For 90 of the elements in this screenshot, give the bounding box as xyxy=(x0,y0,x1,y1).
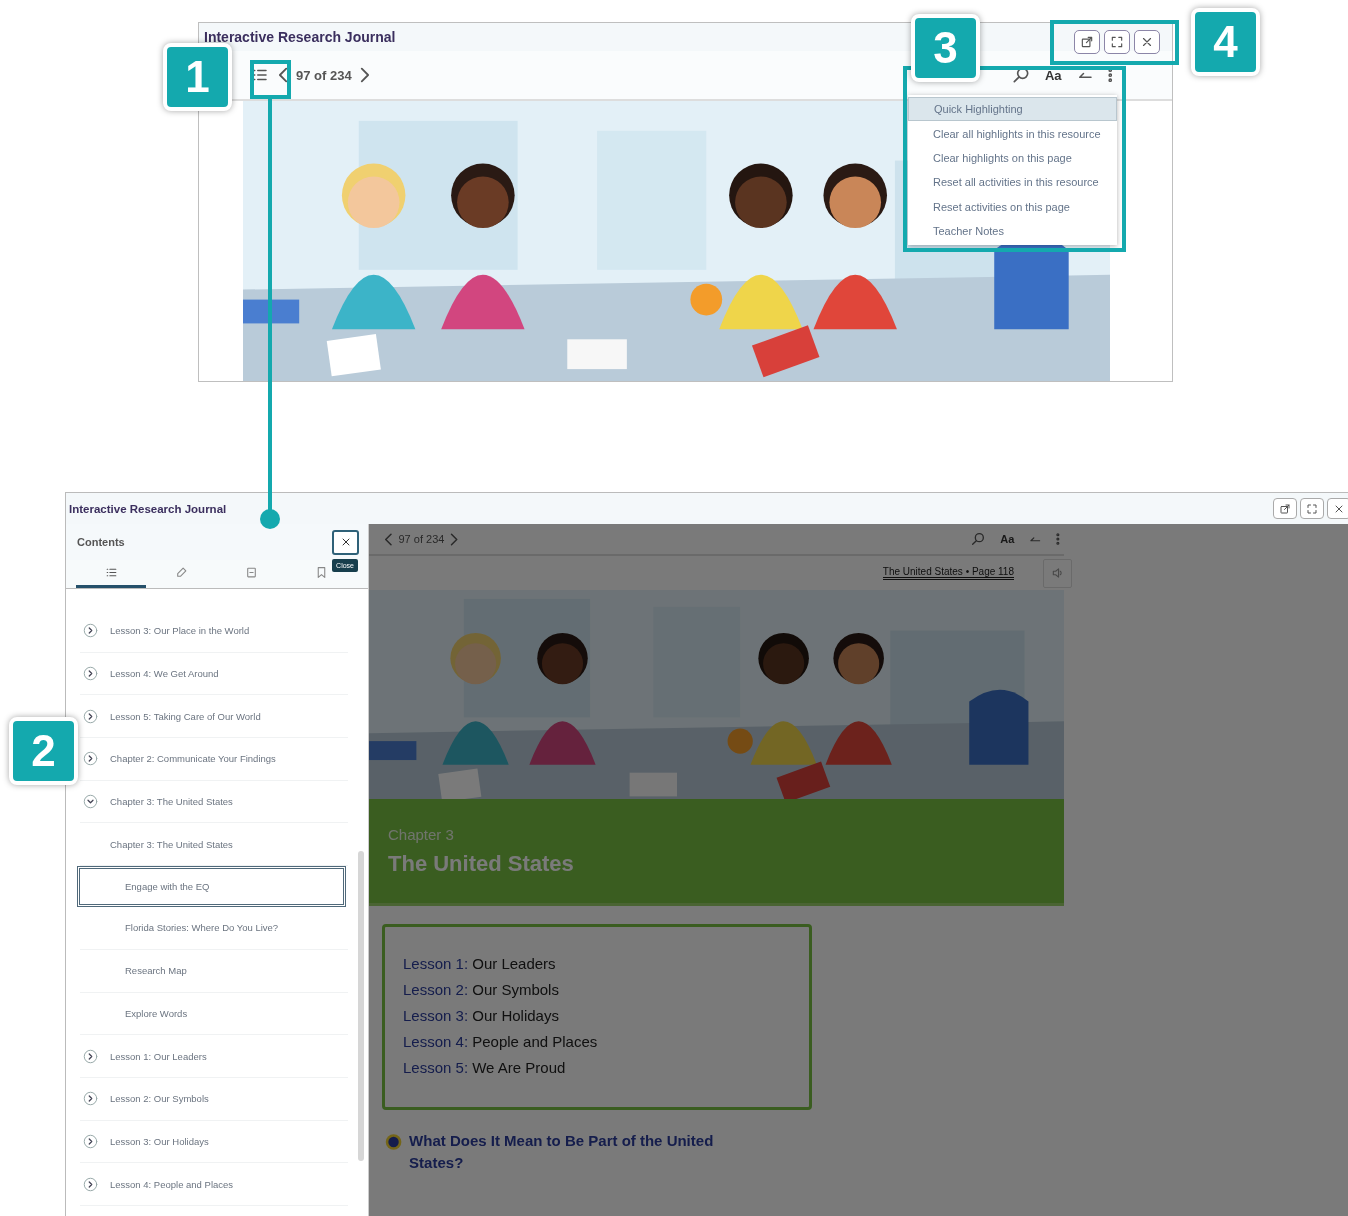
page-indicator: 97 of 234 xyxy=(398,533,445,545)
more-icon xyxy=(1107,67,1112,83)
item-label: Research Map xyxy=(125,965,187,977)
more-icon xyxy=(1056,533,1060,545)
scrollbar[interactable] xyxy=(358,851,364,1161)
lesson-line: Lesson 5: We Are Proud xyxy=(403,1058,567,1078)
collapse-icon xyxy=(83,794,98,810)
contents-item[interactable]: Chapter 2: Communicate Your Findings xyxy=(80,738,348,781)
list-icon xyxy=(104,566,118,579)
contents-item[interactable]: Explore Words xyxy=(80,992,348,1036)
contents-item[interactable]: Research Map xyxy=(80,949,348,993)
notebook-icon xyxy=(244,566,258,579)
contents-item[interactable]: Lesson 2: Our Symbols xyxy=(80,1077,348,1121)
item-label: Chapter 2: Communicate Your Findings xyxy=(110,753,276,765)
menu-item[interactable]: Reset all activities in this resource xyxy=(908,170,1117,195)
expand-icon xyxy=(83,1176,98,1192)
page-label: The United States • Page 118 xyxy=(882,566,1014,580)
item-label: Chapter 3: The United States xyxy=(110,838,233,850)
previous-page-button[interactable] xyxy=(279,66,288,84)
fullscreen-icon xyxy=(1306,502,1318,515)
next-page-button[interactable] xyxy=(359,66,369,84)
popout-button[interactable] xyxy=(1074,30,1100,54)
lesson-line: Lesson 3: Our Holidays xyxy=(403,1006,560,1026)
expand-icon xyxy=(83,1091,98,1107)
contents-item[interactable]: Lesson 3: Our Place in the World xyxy=(80,610,348,653)
pencil-icon xyxy=(174,566,188,579)
window-title: Interactive Research Journal xyxy=(69,502,227,515)
question-text: What Does It Mean to Be Part of the United States? xyxy=(409,1131,715,1173)
expand-icon xyxy=(83,708,98,724)
contents-item[interactable]: Lesson 4: People and Places xyxy=(80,1163,348,1206)
fullscreen-button[interactable] xyxy=(1104,30,1130,54)
font-size-button[interactable]: Aa xyxy=(1000,533,1015,545)
item-label: Lesson 3: Our Holidays xyxy=(110,1135,209,1147)
chevron-left-icon xyxy=(385,531,393,547)
expand-icon xyxy=(83,666,98,682)
speaker-icon xyxy=(1050,566,1065,580)
search-icon xyxy=(970,531,987,547)
item-label: Lesson 2: Our Symbols xyxy=(110,1093,209,1105)
item-label: Explore Words xyxy=(125,1007,188,1019)
menu-item[interactable]: Quick Highlighting xyxy=(908,97,1117,122)
popout-icon xyxy=(1279,502,1291,515)
contents-item[interactable]: Lesson 5: Taking Care of Our World xyxy=(80,695,348,739)
chevron-right-icon xyxy=(359,66,369,84)
expand-icon xyxy=(83,751,98,767)
menu-item[interactable]: Teacher Notes xyxy=(908,218,1117,244)
contents-item[interactable]: Chapter 3: The United States xyxy=(80,823,348,867)
chevron-right-icon xyxy=(450,531,458,547)
close-button[interactable] xyxy=(1327,498,1348,519)
lesson-line: Lesson 2: Our Symbols xyxy=(403,980,560,1000)
item-label: Lesson 1: Our Leaders xyxy=(110,1050,207,1062)
contents-item[interactable]: Lesson 3: Our Holidays xyxy=(80,1120,348,1164)
item-label: Florida Stories: Where Do You Live? xyxy=(125,922,279,934)
item-label: Lesson 5: Taking Care of Our World xyxy=(110,710,261,722)
menu-item[interactable]: Clear highlights on this page xyxy=(908,145,1117,171)
contents-item[interactable]: Chapter 3: The United States xyxy=(80,780,348,824)
item-label: Lesson 4: We Get Around xyxy=(110,668,219,680)
more-button[interactable] xyxy=(1107,67,1112,83)
fullscreen-icon xyxy=(1110,35,1124,49)
chapter-title: The United States xyxy=(388,850,575,877)
item-label: Lesson 3: Our Place in the World xyxy=(110,625,250,637)
previous-page-button[interactable] xyxy=(385,531,393,547)
font-size-button[interactable]: Aa xyxy=(1044,67,1062,83)
more-button[interactable] xyxy=(1056,533,1060,545)
expand-icon xyxy=(83,1048,98,1064)
popout-icon xyxy=(1080,35,1094,49)
contents-item[interactable]: Lesson 4: We Get Around xyxy=(80,652,348,696)
item-label: Chapter 3: The United States xyxy=(110,796,233,808)
lesson-line: Lesson 4: People and Places xyxy=(403,1032,599,1052)
contents-item[interactable]: Engage with the EQ xyxy=(77,866,346,908)
popout-button[interactable] xyxy=(1273,498,1297,519)
item-label: Engage with the EQ xyxy=(125,881,210,893)
page-indicator: 97 of 234 xyxy=(296,67,352,83)
expand-icon xyxy=(83,623,98,639)
highlight-frame xyxy=(250,60,291,99)
contents-item[interactable]: Lesson 1: Our Leaders xyxy=(80,1035,348,1078)
lesson-line: Lesson 1: Our Leaders xyxy=(403,954,557,974)
contents-item[interactable]: Florida Stories: Where Do You Live? xyxy=(80,907,348,950)
close-button[interactable] xyxy=(332,529,359,555)
next-page-button[interactable] xyxy=(450,531,458,547)
expand-icon xyxy=(83,1133,98,1149)
search-button[interactable] xyxy=(970,531,987,547)
item-label: Lesson 4: People and Places xyxy=(110,1178,234,1190)
close-icon xyxy=(1140,35,1154,49)
window-title: Interactive Research Journal xyxy=(204,29,396,45)
menu-item[interactable]: Clear all highlights in this resource xyxy=(908,121,1117,146)
panel-title: Contents xyxy=(77,536,125,548)
menu-item[interactable]: Reset activities on this page xyxy=(908,194,1117,219)
close-button[interactable] xyxy=(1134,30,1160,54)
chevron-left-icon xyxy=(279,66,288,84)
chapter-label: Chapter 3 xyxy=(388,825,455,843)
